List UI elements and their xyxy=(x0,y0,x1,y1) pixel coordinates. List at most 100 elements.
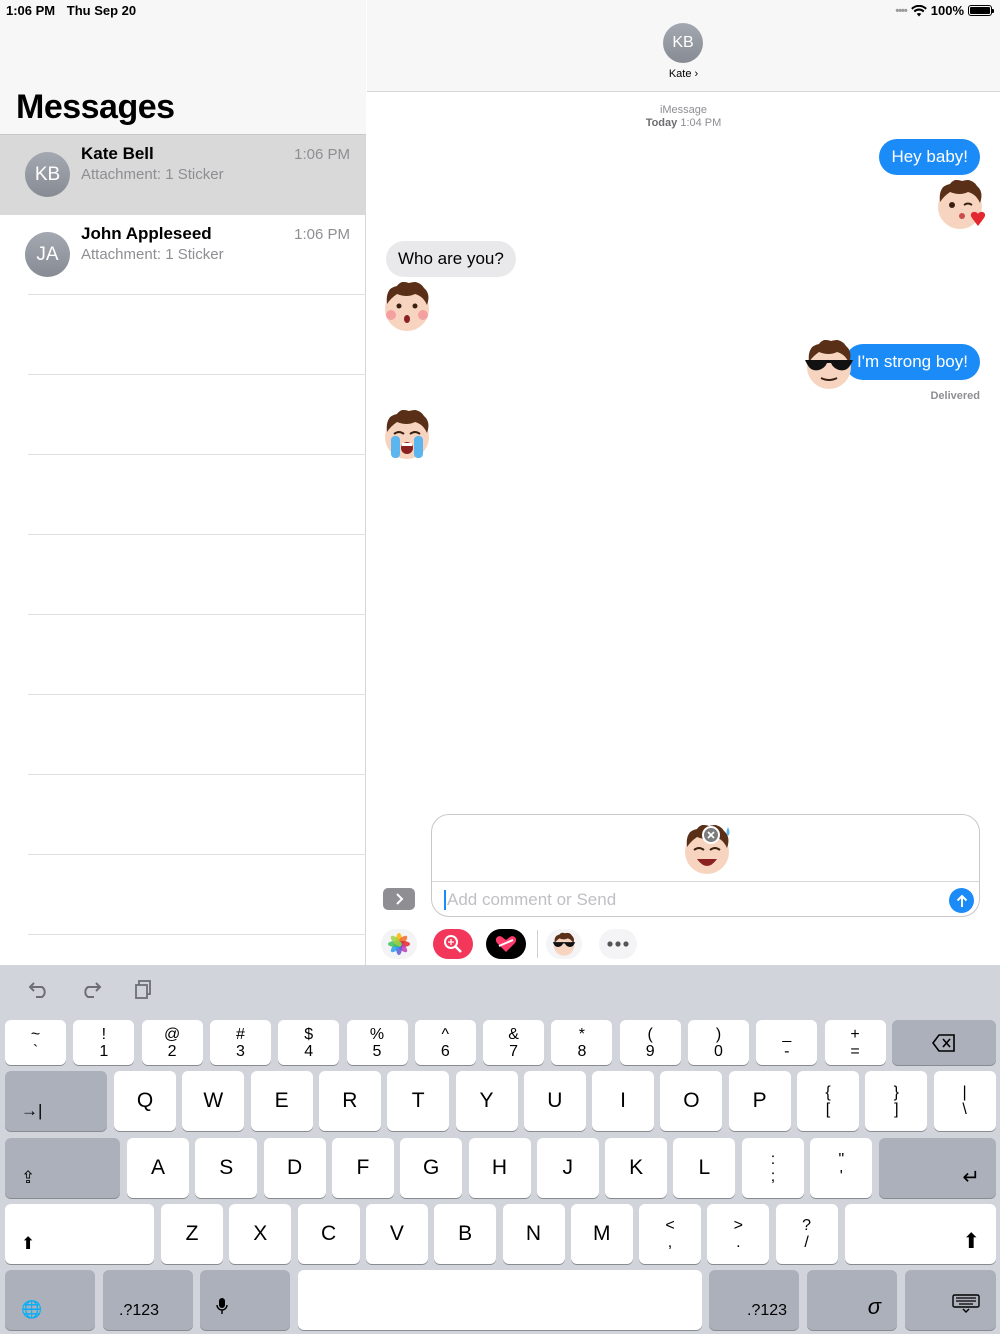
message-compose-box[interactable]: Add comment or Send xyxy=(431,814,980,917)
sticker-pack-app-button[interactable] xyxy=(546,929,582,959)
key-label: T xyxy=(411,1089,425,1112)
surprised-face-sticker[interactable] xyxy=(379,278,435,334)
outgoing-message-bubble[interactable]: I'm strong boy! xyxy=(845,344,980,380)
number-key[interactable]: * 8 xyxy=(551,1020,613,1065)
letter-key-a[interactable]: A xyxy=(127,1138,189,1198)
redo-button[interactable] xyxy=(80,979,102,1004)
letter-key-j[interactable]: J xyxy=(536,1138,599,1198)
key-label: ; xyxy=(770,1168,776,1185)
letter-key-m[interactable]: M xyxy=(570,1204,633,1264)
expand-apps-button[interactable] xyxy=(383,888,415,910)
conversation-item-kate-bell[interactable]: KB Kate Bell Attachment: 1 Sticker 1:06 … xyxy=(0,135,366,215)
space-bar[interactable] xyxy=(298,1270,702,1330)
number-key[interactable]: _ - xyxy=(756,1020,818,1065)
key-label: _ xyxy=(782,1025,792,1043)
key-label: > xyxy=(733,1217,743,1234)
crying-face-sticker[interactable] xyxy=(379,406,435,464)
contact-avatar[interactable]: KB xyxy=(663,23,703,63)
symbol-key[interactable]: " ' xyxy=(810,1138,873,1198)
letter-key-w[interactable]: W xyxy=(182,1071,245,1131)
more-apps-button[interactable] xyxy=(599,929,637,959)
key-label: . xyxy=(736,1234,741,1251)
number-key[interactable]: % 5 xyxy=(346,1020,408,1065)
number-key[interactable]: ^ 6 xyxy=(414,1020,476,1065)
symbol-key[interactable]: >. xyxy=(707,1204,770,1264)
number-key[interactable]: @2 xyxy=(141,1020,203,1065)
number-key[interactable]: ! 1 xyxy=(73,1020,135,1065)
numbers-key-left[interactable]: .?123 xyxy=(103,1270,193,1330)
symbol-key[interactable]: {[ xyxy=(797,1071,859,1131)
letter-key-x[interactable]: X xyxy=(229,1204,292,1264)
key-label: 5 xyxy=(372,1042,382,1060)
letter-key-v[interactable]: V xyxy=(365,1204,428,1264)
contact-name-button[interactable]: Kate › xyxy=(367,68,1000,80)
outgoing-message-bubble[interactable]: Hey baby! xyxy=(879,139,980,175)
sunglasses-face-sticker[interactable] xyxy=(801,334,857,394)
kiss-face-sticker[interactable] xyxy=(932,176,988,232)
return-key[interactable]: ↵ xyxy=(879,1138,996,1198)
letter-key-r[interactable]: R xyxy=(318,1071,381,1131)
key-label: ^ xyxy=(441,1025,450,1043)
letter-key-z[interactable]: Z xyxy=(161,1204,223,1264)
letter-key-g[interactable]: G xyxy=(400,1138,463,1198)
key-label: B xyxy=(458,1222,473,1245)
letter-key-h[interactable]: H xyxy=(468,1138,531,1198)
number-key[interactable]: ~ ` xyxy=(5,1020,66,1065)
letter-key-o[interactable]: O xyxy=(660,1071,723,1131)
letter-key-b[interactable]: B xyxy=(434,1204,497,1264)
caps-lock-key[interactable]: ⇪ xyxy=(5,1138,120,1198)
key-label: 3 xyxy=(235,1042,245,1060)
incoming-message-bubble[interactable]: Who are you? xyxy=(386,241,516,277)
delete-key[interactable] xyxy=(892,1020,996,1065)
letter-key-c[interactable]: C xyxy=(297,1204,360,1264)
number-key[interactable]: & 7 xyxy=(483,1020,545,1065)
letter-key-y[interactable]: Y xyxy=(455,1071,518,1131)
photos-app-button[interactable] xyxy=(381,929,417,959)
conversation-item-john-appleseed[interactable]: JA John Appleseed Attachment: 1 Sticker … xyxy=(0,215,366,295)
letter-key-p[interactable]: P xyxy=(728,1071,791,1131)
symbol-key[interactable]: | \ xyxy=(933,1071,996,1131)
remove-attachment-button[interactable] xyxy=(702,826,720,844)
scribble-key[interactable]: σ xyxy=(807,1270,897,1330)
more-apps-icon xyxy=(607,941,629,947)
dismiss-keyboard-key[interactable] xyxy=(905,1270,996,1330)
shift-key-left[interactable]: ⬆ xyxy=(5,1204,154,1264)
symbol-key[interactable]: <, xyxy=(639,1204,701,1264)
letter-key-e[interactable]: E xyxy=(250,1071,313,1131)
letter-key-t[interactable]: T xyxy=(387,1071,450,1131)
letter-key-l[interactable]: L xyxy=(673,1138,736,1198)
dictation-key[interactable] xyxy=(200,1270,290,1330)
letter-key-q[interactable]: Q xyxy=(114,1071,176,1131)
letter-key-k[interactable]: K xyxy=(605,1138,668,1198)
undo-button[interactable] xyxy=(28,979,50,1004)
image-search-app-button[interactable] xyxy=(433,929,473,959)
paste-button[interactable] xyxy=(134,979,152,1004)
letter-key-s[interactable]: S xyxy=(195,1138,258,1198)
symbol-key[interactable]: ? / xyxy=(775,1204,838,1264)
battery-percent: 100% xyxy=(930,3,964,18)
number-key[interactable]: ) 0 xyxy=(688,1020,749,1065)
letter-key-n[interactable]: N xyxy=(502,1204,565,1264)
message-input[interactable]: Add comment or Send xyxy=(444,890,616,910)
numbers-key-right[interactable]: .?123 xyxy=(709,1270,799,1330)
letter-key-d[interactable]: D xyxy=(263,1138,326,1198)
conversation-name: John Appleseed xyxy=(81,224,212,243)
symbol-key[interactable]: }] xyxy=(865,1071,928,1131)
number-key[interactable]: $4 xyxy=(278,1020,340,1065)
symbol-key[interactable]: :; xyxy=(742,1138,804,1198)
key-label: 4 xyxy=(304,1042,314,1060)
tab-key[interactable]: →| xyxy=(5,1071,107,1131)
globe-key[interactable]: 🌐 xyxy=(5,1270,95,1330)
shift-key-right[interactable]: ⬆ xyxy=(845,1204,996,1264)
search-images-app-icon xyxy=(444,935,462,953)
letter-key-f[interactable]: F xyxy=(331,1138,394,1198)
letter-key-i[interactable]: I xyxy=(592,1071,655,1131)
key-label: { xyxy=(825,1084,831,1101)
number-key[interactable]: + = xyxy=(824,1020,886,1065)
send-button[interactable] xyxy=(949,888,974,913)
letter-key-u[interactable]: U xyxy=(523,1071,586,1131)
number-key[interactable]: (9 xyxy=(619,1020,681,1065)
key-label: | xyxy=(962,1084,967,1101)
number-key[interactable]: #3 xyxy=(209,1020,271,1065)
digital-touch-app-button[interactable] xyxy=(486,929,526,959)
